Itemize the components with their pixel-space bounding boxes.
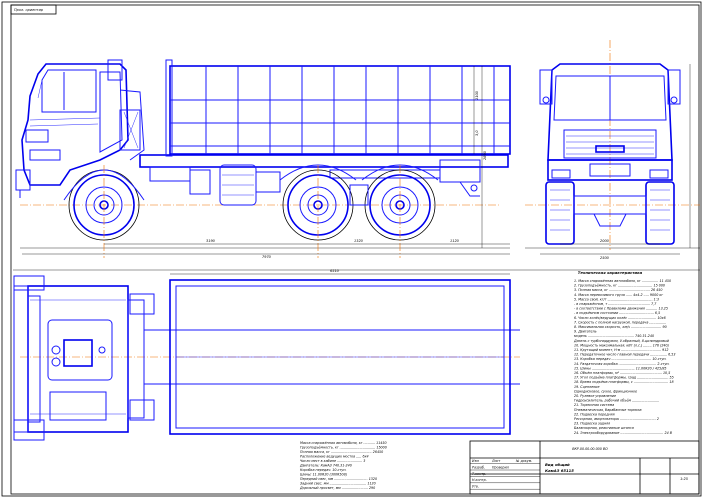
specs-heading: Техническая характеристика: [578, 270, 643, 275]
spec-line: 1. Масса снаряжённая автомобиля, кг ....…: [574, 279, 671, 283]
spec-line: Дизель с турбонаддувом, V-образный, 8-ци…: [573, 339, 670, 343]
note-line: Расположение ведущих мостов ..... 6х4: [300, 455, 369, 459]
spec-line: 19. Сцепление: [574, 385, 599, 389]
stamp-cell-no: Утв.: [472, 485, 479, 489]
spec-line: 17. Угол подъёма платформы, град .......…: [574, 376, 674, 380]
front-wheel-left: [545, 181, 575, 245]
title-block: Вид общий КамАЗ 65115 ВКР.00.00.00.000 В…: [469, 440, 700, 495]
spec-line: Пневматическая, барабанные тормоза: [574, 408, 642, 412]
spec-line: 2. Грузоподъёмность, кг ................…: [574, 284, 665, 288]
cab-plan: [13, 275, 145, 441]
cargo-body-side: [165, 59, 511, 157]
note-line: Масса снаряжённая автомобиля, кг .......…: [300, 441, 387, 445]
body-stakes: [205, 66, 495, 154]
spec-line: 9. Двигатель: [574, 330, 597, 334]
dim-h1: 3,0: [475, 130, 479, 136]
spec-line: 18. Время подъёма платформы, с .........…: [574, 380, 674, 384]
spec-line: - в соответствии с Правилами движения ..…: [574, 307, 668, 311]
spec-line: 13. Коробка передач ....................…: [574, 357, 667, 361]
dim-height: 2890: [483, 150, 487, 160]
front-wheel-right: [645, 181, 675, 245]
spec-line: 7. Скорость с полной нагрузкой, передача…: [574, 320, 666, 324]
spec-line: Балансирная, реактивные штанги: [574, 426, 635, 430]
note-line: Грузоподъёмность, кг ...................…: [300, 446, 387, 450]
spec-line: 12. Передаточное число главной передачи …: [574, 353, 676, 357]
plan-view: 6510: [13, 269, 520, 441]
spec-line: 3. Полная масса, кг ....................…: [574, 288, 662, 292]
dim-rear: 1120: [450, 239, 460, 243]
dim-body-length: 6510: [330, 269, 340, 273]
note-line: Число мест в кабине ....................…: [300, 459, 365, 463]
spec-line: 22. Подвеска передняя: [574, 412, 615, 416]
note-line: Коробка передач: 10-ступ.: [300, 468, 347, 472]
spec-line: модель .................................…: [574, 334, 654, 338]
spec-line: - в снаряжённом, т .....................…: [574, 302, 657, 306]
spec-line: 21. Тормозная система: [574, 403, 614, 407]
stamp-cell-no: Н.контр.: [472, 478, 487, 482]
hatch: [63, 339, 93, 367]
note-line: Дорожный просвет, мм ...................…: [299, 486, 375, 490]
side-view: 3190 1320 1120 7970 2890 1100 3,0: [15, 59, 511, 259]
front-view: 2000 2500: [525, 40, 700, 260]
corner-stamp: Прол. ориентир: [14, 8, 44, 12]
spec-line: 5. Масса свой, кг/т ....................…: [574, 297, 659, 301]
spec-line: 4. Масса перевозимого груза ...... 4х4-2…: [574, 293, 663, 297]
spec-line: Гидроусилитель, рабочий объём ..........…: [574, 399, 659, 403]
stamp-cell-text: Лист: [491, 459, 500, 463]
doc-code: ВКР.00.00.00.000 ВО: [572, 447, 608, 451]
drawing-sheet: Прол. ориентир 3190 1320 1120 7970 2890 …: [0, 0, 703, 498]
specifications: Техническая характеристика 1. Масса снар…: [573, 270, 676, 435]
engineering-drawing: Прол. ориентир 3190 1320 1120 7970 2890 …: [1, 1, 702, 497]
spec-line: 11. Крутящий момент, Н·м ...............…: [574, 348, 668, 352]
spec-line: 20. Рулевое управление: [574, 394, 616, 398]
general-notes: Масса снаряжённая автомобиля, кг .......…: [299, 441, 387, 490]
spec-line: 16. Объём платформы, м³ ................…: [574, 371, 670, 375]
dim-wheelbase: 3190: [206, 239, 216, 243]
spec-line: Рессорная, амортизаторы ................…: [574, 417, 659, 421]
title-line2: КамАЗ 65115: [545, 468, 574, 473]
note-line: Двигатель: КамАЗ 740.31-240: [299, 464, 352, 468]
dim-rear-overhang: 1320: [354, 239, 364, 243]
note-line: Передний свес, мм ......................…: [300, 477, 377, 481]
stamp-cell-qty: № докум.: [515, 459, 532, 463]
spec-line: 6. Число колёс/ведущих колёс ...........…: [574, 316, 666, 320]
spec-line: - в подъёмном состоянии ................…: [574, 311, 660, 315]
spec-line: 24. Электрооборудование ................…: [574, 431, 673, 435]
note-line: Полная масса, кг .......................…: [300, 450, 383, 454]
spec-line: 23. Подвеска задняя: [574, 422, 610, 426]
spec-line: 14. Раздаточная коробка ................…: [574, 362, 670, 366]
stamp-cell-no: Изм: [472, 459, 479, 463]
dim-total-length: 7970: [262, 255, 272, 259]
spec-line: 15. Шины ...............................…: [574, 366, 667, 370]
spec-line: 8. Максимальная скорость, км/ч .........…: [574, 325, 667, 329]
title-line1: Вид общий: [545, 462, 570, 467]
side-dimensions: 3190 1320 1120 7970 2890 1100 3,0: [22, 66, 510, 259]
stamp-cell-no: Т.контр.: [472, 472, 486, 476]
sheet-scale: 1:25: [680, 477, 689, 481]
note-line: Задний свес, мм ........................…: [300, 482, 376, 486]
spec-line: Однодисковое, сухое, фрикционное: [574, 389, 637, 393]
spec-line: 10. Мощность максимальная, кВт (л.с.) ..…: [574, 343, 669, 347]
engine-cover: [47, 319, 113, 381]
stamp-cell-text: Проверил: [492, 465, 510, 469]
dim-track: 2000: [600, 239, 610, 243]
dim-body-height: 1100: [475, 90, 479, 100]
dim-width: 2500: [600, 256, 610, 260]
note-line: Шины: 11.00R20 (300R508): [300, 473, 347, 477]
stamp-cell-no: Разраб.: [472, 465, 485, 469]
